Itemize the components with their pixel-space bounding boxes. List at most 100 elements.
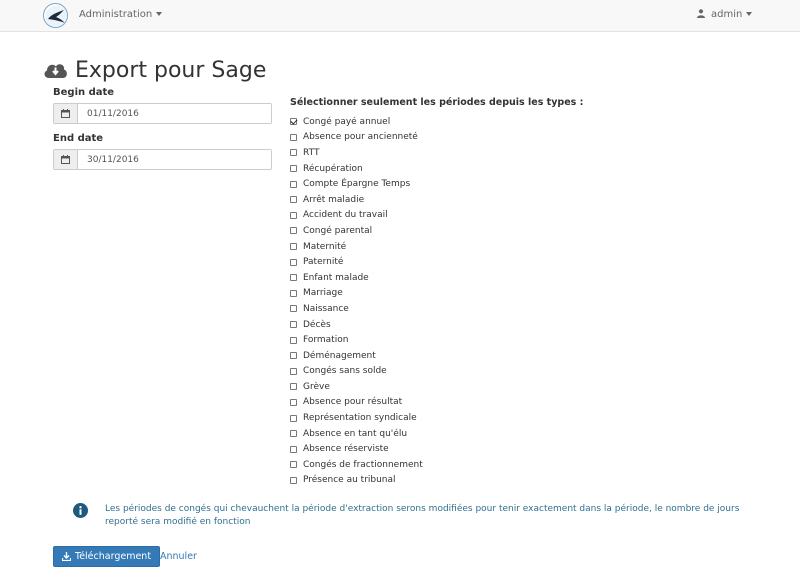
download-icon <box>62 552 71 561</box>
type-option-label: Accident du travail <box>303 210 388 221</box>
type-option[interactable]: Paternité <box>290 254 423 270</box>
info-message: Les périodes de congés qui chevauchent l… <box>105 504 740 527</box>
type-option-label: Décès <box>303 319 331 330</box>
type-option-label: Formation <box>303 335 349 346</box>
end-date-input[interactable] <box>78 150 271 169</box>
page-title: Export pour Sage <box>43 55 266 85</box>
type-option[interactable]: Formation <box>290 332 423 348</box>
type-option[interactable]: Arrêt maladie <box>290 192 423 208</box>
begin-date-label: Begin date <box>53 87 115 98</box>
type-option-label: Grève <box>303 381 330 392</box>
type-option-label: Déménagement <box>303 350 376 361</box>
end-date-label: End date <box>53 133 104 144</box>
type-option[interactable]: Présence au tribunal <box>290 473 423 489</box>
type-option-label: Paternité <box>303 257 344 268</box>
type-option[interactable]: Congé payé annuel <box>290 114 423 130</box>
swallow-icon <box>45 5 67 27</box>
type-option[interactable]: Absence pour ancienneté <box>290 130 423 146</box>
type-option-label: Absence pour résultat <box>303 397 403 408</box>
type-checkbox[interactable] <box>290 430 297 438</box>
type-checkbox[interactable] <box>290 352 297 360</box>
type-option[interactable]: Grève <box>290 379 423 395</box>
type-option-label: Absence réserviste <box>303 444 389 455</box>
type-checkbox[interactable] <box>290 289 297 297</box>
cloud-download-icon <box>44 64 67 78</box>
type-checkbox[interactable] <box>290 196 297 204</box>
type-option[interactable]: Congés de fractionnement <box>290 457 423 473</box>
administration-menu[interactable]: Administration <box>79 9 163 20</box>
type-checkbox[interactable] <box>290 383 297 391</box>
begin-date-group <box>53 103 272 124</box>
type-checkbox[interactable] <box>290 445 297 453</box>
type-checkbox[interactable] <box>290 258 297 266</box>
download-button[interactable]: Téléchargement <box>53 546 161 567</box>
caret-down-icon <box>156 12 163 16</box>
user-menu-label: admin <box>711 9 743 20</box>
type-checkbox[interactable] <box>290 227 297 235</box>
type-option[interactable]: Déménagement <box>290 348 423 364</box>
type-option-label: Maternité <box>303 241 347 252</box>
type-option-label: Congés sans solde <box>303 366 387 377</box>
cancel-link[interactable]: Annuler <box>160 551 197 562</box>
begin-date-input[interactable] <box>78 104 271 123</box>
type-checkbox[interactable] <box>290 414 297 422</box>
type-option[interactable]: Naissance <box>290 301 423 317</box>
info-icon <box>73 503 88 518</box>
type-option[interactable]: Compte Épargne Temps <box>290 176 423 192</box>
type-checkbox[interactable] <box>290 274 297 282</box>
type-checkbox[interactable] <box>290 336 297 344</box>
type-option[interactable]: RTT <box>290 145 423 161</box>
type-option-label: Présence au tribunal <box>303 475 396 486</box>
type-option[interactable]: Absence réserviste <box>290 441 423 457</box>
types-title: Sélectionner seulement les périodes depu… <box>290 97 584 108</box>
type-option[interactable]: Maternité <box>290 239 423 255</box>
app-logo[interactable] <box>43 3 68 28</box>
type-checkbox[interactable] <box>290 133 297 141</box>
user-icon <box>697 9 705 18</box>
caret-down-icon <box>746 12 753 16</box>
type-option[interactable]: Absence pour résultat <box>290 395 423 411</box>
type-checkbox[interactable] <box>290 461 297 469</box>
type-checkbox[interactable] <box>290 180 297 188</box>
type-checkbox[interactable] <box>290 476 297 484</box>
type-checkbox[interactable] <box>290 149 297 157</box>
type-checkbox[interactable] <box>290 211 297 219</box>
administration-menu-label: Administration <box>79 9 153 20</box>
type-option-label: Compte Épargne Temps <box>303 179 411 190</box>
end-date-group <box>53 149 272 170</box>
type-option[interactable]: Congé parental <box>290 223 423 239</box>
type-checkbox[interactable] <box>290 165 297 173</box>
type-option[interactable]: Enfant malade <box>290 270 423 286</box>
calendar-icon[interactable] <box>54 150 78 169</box>
type-option[interactable]: Accident du travail <box>290 208 423 224</box>
download-button-label: Téléchargement <box>75 551 152 562</box>
type-checkbox[interactable] <box>290 367 297 375</box>
calendar-icon[interactable] <box>54 104 78 123</box>
type-option-label: Absence en tant qu'élu <box>303 428 408 439</box>
type-option-label: Enfant malade <box>303 272 369 283</box>
type-option-label: Récupération <box>303 163 363 174</box>
type-option-label: Congés de fractionnement <box>303 459 423 470</box>
type-option[interactable]: Récupération <box>290 161 423 177</box>
types-list: Congé payé annuel Absence pour ancienneté… <box>290 114 423 488</box>
type-option[interactable]: Absence en tant qu'élu <box>290 426 423 442</box>
type-option-label: Représentation syndicale <box>303 413 417 424</box>
type-option-label: Marriage <box>303 288 343 299</box>
type-option[interactable]: Représentation syndicale <box>290 410 423 426</box>
type-option-label: Naissance <box>303 303 349 314</box>
type-option-label: Congé payé annuel <box>303 116 391 127</box>
type-checkbox[interactable] <box>290 243 297 251</box>
type-checkbox[interactable] <box>290 321 297 329</box>
type-option[interactable]: Congés sans solde <box>290 364 423 380</box>
type-option-label: Congé parental <box>303 225 373 236</box>
type-checkbox[interactable] <box>290 305 297 313</box>
type-option-label: Arrêt maladie <box>303 194 365 205</box>
type-option-label: Absence pour ancienneté <box>303 132 418 143</box>
type-checkbox[interactable] <box>290 118 297 126</box>
navbar: Administration admin <box>0 0 800 32</box>
type-option[interactable]: Décès <box>290 317 423 333</box>
type-checkbox[interactable] <box>290 398 297 406</box>
type-option[interactable]: Marriage <box>290 286 423 302</box>
user-menu[interactable]: admin <box>697 9 753 20</box>
type-option-label: RTT <box>303 147 320 158</box>
